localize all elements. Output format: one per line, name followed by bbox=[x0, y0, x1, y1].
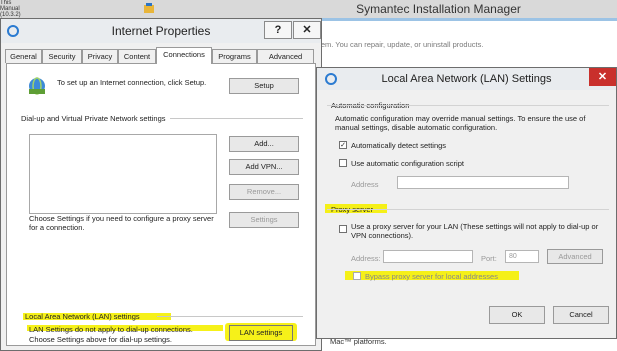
tab-general[interactable]: General bbox=[5, 49, 42, 63]
proxy-text: Choose Settings if you need to configure… bbox=[29, 214, 214, 232]
bypass-label: Bypass proxy server for local addresses bbox=[365, 272, 498, 281]
remove-button[interactable]: Remove... bbox=[229, 184, 299, 200]
connections-panel: To set up an Internet connection, click … bbox=[6, 63, 316, 346]
background-corner-text: This Manual (10.3.2) bbox=[0, 0, 21, 18]
port-label: Port: bbox=[481, 254, 497, 263]
tab-security[interactable]: Security bbox=[42, 49, 82, 63]
auto-config-text: Automatic configuration may override man… bbox=[335, 114, 586, 132]
auto-detect-checkbox[interactable]: ✓ bbox=[339, 141, 347, 149]
setup-text: To set up an Internet connection, click … bbox=[57, 78, 207, 87]
tab-advanced[interactable]: Advanced bbox=[257, 49, 314, 63]
auto-detect-label: Automatically detect settings bbox=[351, 141, 447, 150]
address-label: Address bbox=[351, 180, 379, 189]
lan-dialog-title: Local Area Network (LAN) Settings bbox=[381, 73, 552, 85]
port-field[interactable]: 80 bbox=[505, 250, 539, 263]
background-window-accent bbox=[305, 18, 617, 21]
cancel-button[interactable]: Cancel bbox=[553, 306, 609, 324]
lan-settings-dialog: Local Area Network (LAN) Settings ✕ Auto… bbox=[316, 67, 617, 339]
close-button[interactable]: ✕ bbox=[293, 21, 321, 39]
background-window-title: Symantec Installation Manager bbox=[356, 2, 521, 16]
lan-heading: Local Area Network (LAN) settings bbox=[25, 312, 140, 321]
app-icon bbox=[144, 3, 154, 13]
ok-button[interactable]: OK bbox=[489, 306, 545, 324]
auto-script-label: Use automatic configuration script bbox=[351, 159, 464, 168]
add-button[interactable]: Add... bbox=[229, 136, 299, 152]
address-field[interactable] bbox=[397, 176, 569, 189]
network-globe-icon bbox=[29, 77, 45, 95]
use-proxy-checkbox[interactable] bbox=[339, 225, 347, 233]
add-vpn-button[interactable]: Add VPN... bbox=[229, 159, 299, 175]
lan-settings-button[interactable]: LAN settings bbox=[229, 325, 293, 341]
tab-connections[interactable]: Connections bbox=[156, 47, 212, 64]
help-button[interactable]: ? bbox=[264, 21, 292, 39]
tab-content[interactable]: Content bbox=[118, 49, 156, 63]
use-proxy-label: Use a proxy server for your LAN (These s… bbox=[351, 222, 599, 240]
tab-privacy[interactable]: Privacy bbox=[82, 49, 118, 63]
dialup-heading: Dial-up and Virtual Private Network sett… bbox=[21, 114, 170, 123]
lan-text-1: LAN Settings do not apply to dial-up con… bbox=[29, 325, 193, 334]
bypass-checkbox[interactable] bbox=[353, 272, 361, 280]
internet-properties-dialog: Internet Properties ? ✕ General Security… bbox=[0, 18, 322, 351]
auto-script-checkbox[interactable] bbox=[339, 159, 347, 167]
connection-list[interactable] bbox=[29, 134, 217, 214]
lan-text-2: Choose Settings above for dial-up settin… bbox=[29, 335, 173, 344]
proxy-address-field[interactable] bbox=[383, 250, 473, 263]
tab-programs[interactable]: Programs bbox=[212, 49, 257, 63]
divider bbox=[157, 316, 303, 317]
close-button[interactable]: ✕ bbox=[589, 68, 616, 86]
settings-button[interactable]: Settings bbox=[229, 212, 299, 228]
advanced-button[interactable]: Advanced bbox=[547, 249, 603, 264]
setup-button[interactable]: Setup bbox=[229, 78, 299, 94]
proxy-address-label: Address: bbox=[351, 254, 381, 263]
background-description: stem. You can repair, update, or uninsta… bbox=[315, 40, 484, 49]
